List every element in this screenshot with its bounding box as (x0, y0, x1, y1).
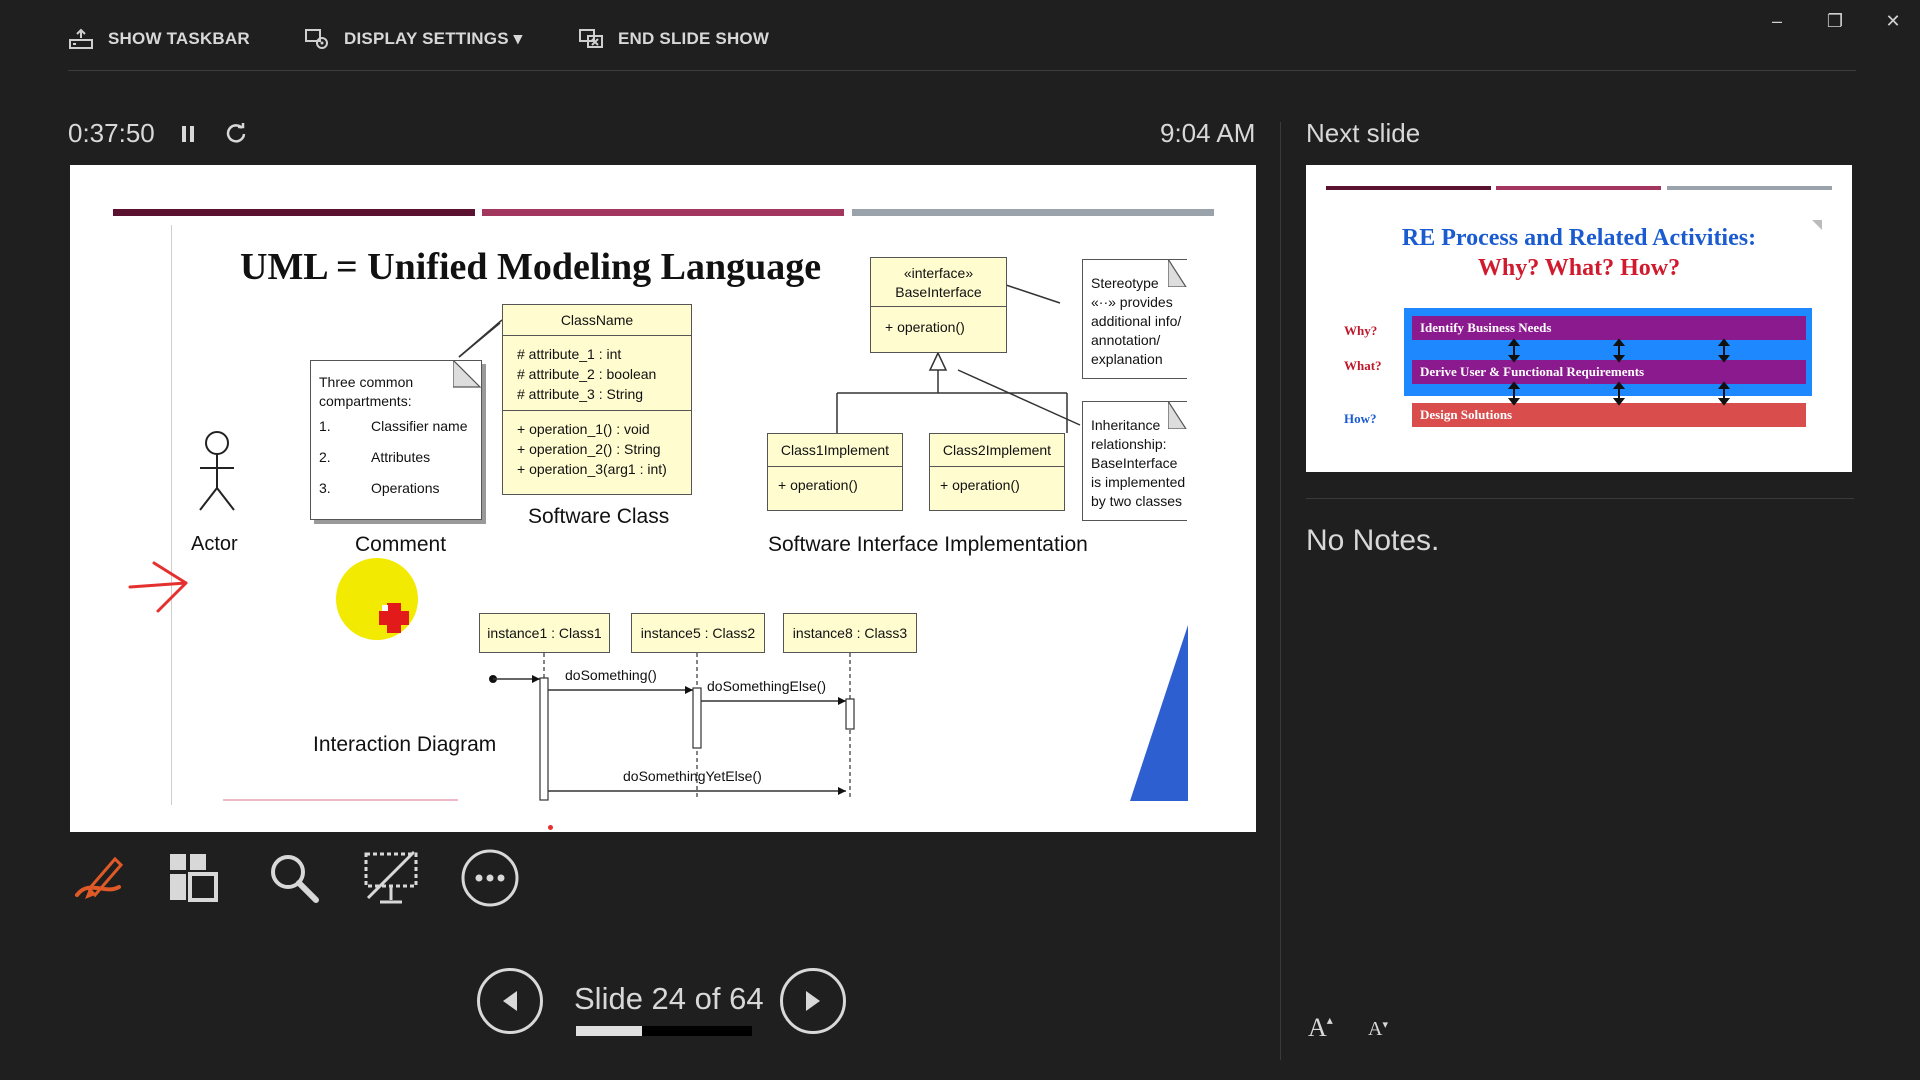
close-button[interactable]: ✕ (1873, 6, 1913, 36)
instance-8: instance8 : Class3 (783, 613, 917, 653)
stereotype-dogear-icon (1168, 259, 1187, 287)
next-arrows (1507, 220, 1822, 406)
class2-implement-box: Class2Implement + operation() (929, 433, 1065, 511)
instance-5: instance5 : Class2 (631, 613, 765, 653)
pen-tool-button[interactable] (66, 846, 130, 910)
decrease-font-button[interactable]: A▾ (1368, 1018, 1388, 1041)
comment-header: Three common compartments: (319, 374, 414, 409)
caption-interaction: Interaction Diagram (313, 733, 497, 756)
ellipsis-icon (461, 849, 519, 907)
instance-1: instance1 : Class1 (479, 613, 610, 653)
pen-icon (75, 856, 124, 899)
pause-icon[interactable] (172, 118, 204, 150)
display-settings-button[interactable]: DISPLAY SETTINGS ▾ (304, 22, 522, 56)
interface-op: + operation() (885, 319, 965, 335)
stereotype-line-4: annotation/ (1091, 332, 1161, 348)
class2-implement-name: Class2Implement (930, 434, 1064, 467)
previous-slide-button[interactable] (477, 968, 543, 1034)
taskbar-icon (69, 28, 93, 49)
message-do-something: doSomething() (565, 667, 657, 683)
inheritance-line-4: is implemented (1091, 474, 1186, 490)
class1-implement-box: Class1Implement + operation() (767, 433, 903, 511)
minimize-button[interactable]: – (1757, 6, 1797, 36)
see-all-slides-button[interactable] (162, 846, 226, 910)
ink-dot (548, 825, 553, 830)
more-options-button[interactable] (458, 846, 522, 910)
black-screen-button[interactable] (360, 846, 424, 910)
laser-cursor-icon (379, 603, 409, 633)
interface-box: «interface» BaseInterface + operation() (870, 257, 1007, 353)
current-slide[interactable]: UML = Unified Modeling Language Actor Th… (70, 165, 1256, 832)
inheritance-dogear-icon (1168, 401, 1187, 429)
restore-button[interactable]: ❐ (1815, 6, 1855, 36)
pen-arrow-annotation (128, 561, 188, 613)
increase-font-button[interactable]: A▴ (1308, 1013, 1333, 1043)
next-slide-preview[interactable]: RE Process and Related Activities: Why? … (1306, 165, 1852, 472)
elapsed-timer: 0:37:50 (68, 118, 155, 148)
stereotype-line-3: additional info/ (1091, 313, 1182, 329)
next-slide-button[interactable] (780, 968, 846, 1034)
inheritance-line-5: by two classes (1091, 493, 1183, 509)
comment-item-1: 1. Classifier name (319, 418, 468, 434)
screen-off-icon (364, 850, 418, 904)
caption-software-class: Software Class (528, 505, 670, 528)
show-taskbar-button[interactable]: SHOW TASKBAR (68, 22, 250, 56)
reset-timer-icon[interactable] (220, 118, 252, 150)
caption-actor: Actor (191, 533, 238, 555)
class-attr-3: # attribute_3 : String (517, 386, 644, 402)
slide-counter: Slide 24 of 64 (574, 981, 764, 1016)
decrease-caret-icon: ▾ (1382, 1019, 1388, 1031)
class-attr-1: # attribute_1 : int (517, 346, 622, 362)
display-settings-label: DISPLAY SETTINGS ▾ (344, 29, 523, 48)
slide-progress-bar (576, 1026, 752, 1036)
slide-progress-fill (576, 1026, 642, 1036)
inheritance-line-2: relationship: (1091, 436, 1167, 452)
increase-caret-icon: ▴ (1326, 1013, 1333, 1027)
chevron-right-icon (806, 991, 820, 1011)
current-time: 9:04 AM (1160, 118, 1256, 148)
class2-implement-op: + operation() (940, 477, 1020, 493)
interface-name: BaseInterface (895, 284, 982, 300)
end-slide-show-label: END SLIDE SHOW (618, 29, 770, 48)
class1-implement-op: + operation() (778, 477, 858, 493)
toolbar-divider (68, 70, 1856, 71)
message-do-something-else: doSomethingElse() (707, 678, 827, 694)
interface-header: «interface» BaseInterface (871, 258, 1006, 307)
pane-divider (1280, 122, 1281, 1060)
caption-interface-impl: Software Interface Implementation (768, 533, 1088, 556)
class-op-2: + operation_2() : String (517, 441, 661, 457)
show-taskbar-label: SHOW TASKBAR (108, 29, 250, 48)
class-op-1: + operation_1() : void (517, 421, 650, 437)
stereotype-line-2: «··» provides (1091, 294, 1173, 310)
grid-icon (170, 854, 218, 902)
inheritance-line-3: BaseInterface (1091, 455, 1178, 471)
stereotype-line-5: explanation (1091, 351, 1163, 367)
end-slide-show-button[interactable]: END SLIDE SHOW (578, 22, 769, 56)
actor-figure (199, 431, 235, 511)
interface-stereotype: «interface» (903, 265, 974, 281)
next-slide-label: Next slide (1306, 118, 1421, 148)
class-box: ClassName # attribute_1 : int # attribut… (502, 304, 692, 495)
speaker-notes: No Notes. (1306, 524, 1440, 557)
class-name: ClassName (503, 305, 691, 336)
class-attr-2: # attribute_2 : boolean (517, 366, 657, 382)
notes-divider (1306, 498, 1854, 499)
comment-dogear-icon (453, 360, 481, 388)
caption-comment: Comment (355, 533, 447, 556)
class1-implement-name: Class1Implement (768, 434, 902, 467)
uml-connectors (223, 259, 1188, 801)
display-settings-icon (305, 29, 328, 49)
class-op-3: + operation_3(arg1 : int) (517, 461, 667, 477)
comment-item-3: 3. Operations (319, 480, 440, 496)
message-do-something-yet-else: doSomethingYetElse() (623, 768, 762, 784)
zoom-button[interactable] (262, 846, 326, 910)
magnifier-icon (271, 855, 319, 903)
chevron-left-icon (503, 991, 517, 1011)
end-show-icon (579, 29, 603, 48)
comment-item-2: 2. Attributes (319, 449, 431, 465)
